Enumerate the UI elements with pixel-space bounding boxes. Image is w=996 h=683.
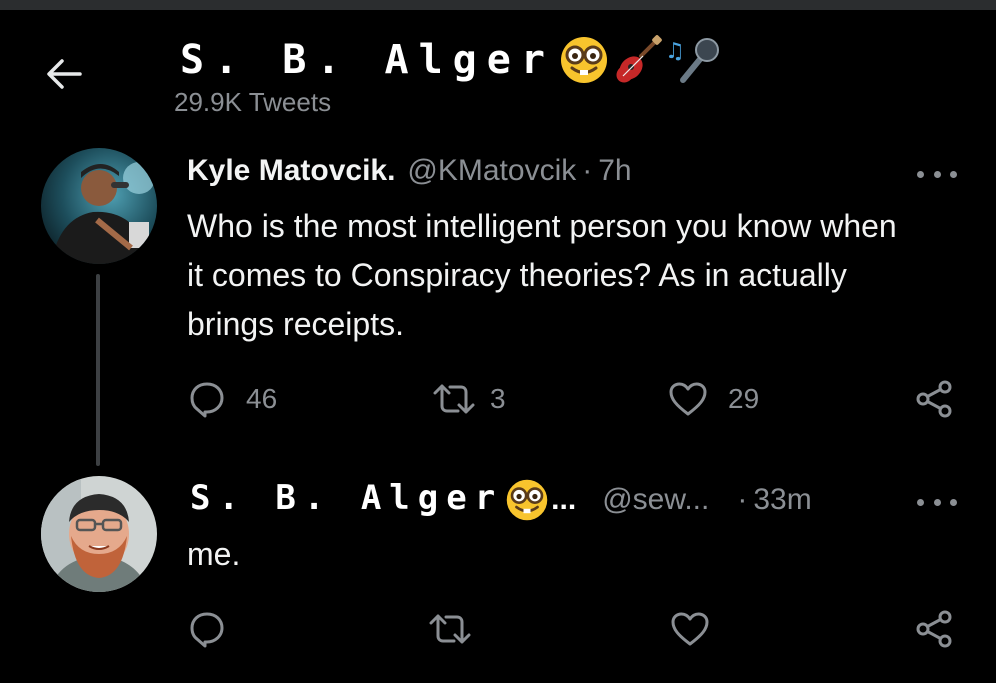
status-bar (0, 0, 996, 10)
tweet-time[interactable]: 7h (598, 154, 631, 188)
reply-button[interactable] (188, 604, 226, 654)
profile-title: S. B. Alger ♫ (180, 30, 721, 90)
profile-header: S. B. Alger ♫ 29.9K Tweets (0, 10, 996, 120)
share-button[interactable] (914, 604, 954, 654)
microphone-emoji-icon: ♫ (665, 38, 719, 83)
tweet-text: Who is the most intelligent person you k… (187, 208, 897, 342)
more-options-icon[interactable] (917, 164, 957, 184)
reply-button[interactable]: 46 (188, 374, 277, 424)
tweet[interactable]: S. B. Alger ... @sew... · 33m me. (0, 470, 996, 683)
nerd-face-emoji-icon (506, 479, 548, 521)
tweet-count: 29.9K Tweets (174, 87, 332, 117)
like-button[interactable]: 29 (668, 374, 759, 424)
tweet-header: Kyle Matovcik. @KMatovcik · 7h (187, 154, 632, 188)
avatar[interactable] (41, 476, 157, 592)
tweet-time[interactable]: 33m (753, 483, 811, 517)
author-handle[interactable]: @sew... (602, 483, 709, 517)
more-options-icon[interactable] (917, 492, 957, 512)
author-name[interactable]: Kyle Matovcik. (187, 154, 395, 188)
separator-dot: · (737, 483, 748, 516)
reply-count: 46 (246, 383, 278, 414)
profile-name: S. B. Alger (180, 37, 555, 83)
retweet-count: 3 (490, 383, 506, 414)
share-icon (916, 380, 952, 418)
reply-icon (190, 382, 224, 418)
nerd-face-emoji-icon (560, 37, 607, 83)
guitar-emoji-icon (616, 35, 662, 83)
profile-emojis: ♫ (559, 34, 721, 86)
share-button[interactable] (914, 374, 954, 424)
back-arrow-icon[interactable] (44, 56, 84, 92)
tweet-header: S. B. Alger ... @sew... · 33m (190, 478, 812, 522)
name-truncation: ... (551, 483, 577, 516)
like-button[interactable] (670, 604, 710, 654)
separator-dot: · (582, 154, 593, 187)
tweet-text: me. (187, 536, 241, 572)
reply-icon (190, 612, 224, 648)
tweet[interactable]: Kyle Matovcik. @KMatovcik · 7h Who is th… (0, 140, 996, 470)
retweet-icon (429, 614, 471, 644)
retweet-button[interactable] (428, 604, 472, 654)
heart-icon (671, 612, 709, 646)
tweet-actions (0, 604, 996, 654)
svg-text:♫: ♫ (665, 39, 685, 64)
avatar[interactable] (41, 148, 157, 264)
author-handle[interactable]: @KMatovcik (407, 154, 576, 188)
share-icon (916, 610, 952, 648)
tweet-actions: 46 3 29 (0, 374, 996, 424)
author-name[interactable]: S. B. Alger (190, 478, 503, 518)
retweet-button[interactable]: 3 (432, 374, 506, 424)
thread-line (96, 274, 100, 466)
heart-icon (669, 382, 707, 416)
like-count: 29 (728, 383, 760, 414)
retweet-icon (433, 384, 475, 414)
